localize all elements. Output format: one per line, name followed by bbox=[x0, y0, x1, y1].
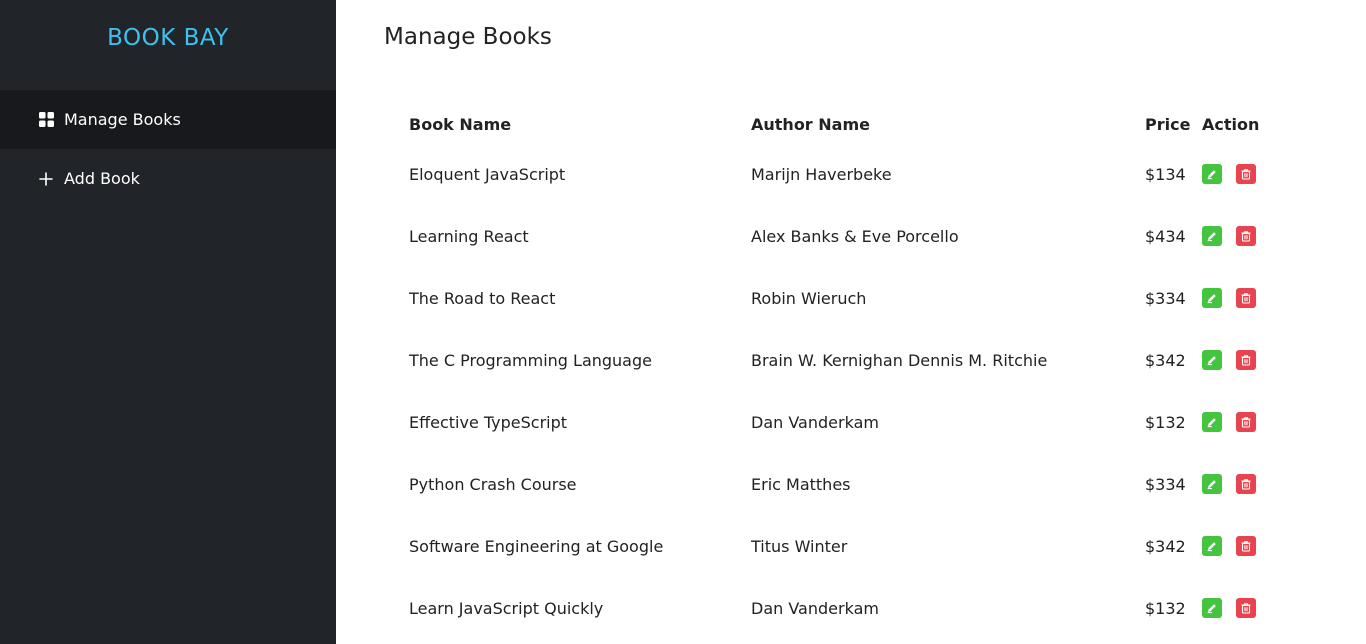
edit-button[interactable] bbox=[1202, 350, 1222, 370]
trash-icon bbox=[1241, 293, 1251, 304]
edit-button[interactable] bbox=[1202, 164, 1222, 184]
header-action: Action bbox=[1202, 114, 1260, 134]
author-name-cell: Dan Vanderkam bbox=[751, 412, 879, 432]
plus-icon bbox=[38, 171, 54, 187]
table-row: Learning React Alex Banks & Eve Porcello… bbox=[409, 205, 1309, 267]
action-cell bbox=[1202, 474, 1256, 494]
delete-button[interactable] bbox=[1236, 598, 1256, 618]
author-name-cell: Eric Matthes bbox=[751, 474, 851, 494]
delete-button[interactable] bbox=[1236, 350, 1256, 370]
brand-logo[interactable]: BOOK BAY bbox=[0, 0, 336, 75]
table-header: Book Name Author Name Price Action bbox=[409, 105, 1309, 143]
book-name-cell: Python Crash Course bbox=[409, 474, 577, 494]
sidebar-item-manage-books[interactable]: Manage Books bbox=[0, 90, 336, 149]
table-row: Software Engineering at Google Titus Win… bbox=[409, 515, 1309, 577]
trash-icon bbox=[1241, 231, 1251, 242]
header-author-name: Author Name bbox=[751, 114, 870, 134]
edit-button[interactable] bbox=[1202, 536, 1222, 556]
pencil-icon bbox=[1207, 480, 1216, 490]
action-cell bbox=[1202, 412, 1256, 432]
table-row: The Road to React Robin Wieruch $334 bbox=[409, 267, 1309, 329]
trash-icon bbox=[1241, 169, 1251, 180]
header-book-name: Book Name bbox=[409, 114, 512, 134]
edit-button[interactable] bbox=[1202, 412, 1222, 432]
action-cell bbox=[1202, 164, 1256, 184]
delete-button[interactable] bbox=[1236, 288, 1256, 308]
pencil-icon bbox=[1207, 232, 1216, 242]
author-name-cell: Brain W. Kernighan Dennis M. Ritchie bbox=[751, 350, 1048, 370]
edit-button[interactable] bbox=[1202, 226, 1222, 246]
author-name-cell: Titus Winter bbox=[751, 536, 848, 556]
author-name-cell: Marijn Haverbeke bbox=[751, 164, 892, 184]
table-body: Eloquent JavaScript Marijn Haverbeke $13… bbox=[409, 143, 1309, 639]
price-cell: $134 bbox=[1145, 164, 1186, 184]
delete-button[interactable] bbox=[1236, 536, 1256, 556]
action-cell bbox=[1202, 536, 1256, 556]
edit-button[interactable] bbox=[1202, 598, 1222, 618]
book-name-cell: The C Programming Language bbox=[409, 350, 652, 370]
page-title: Manage Books bbox=[384, 24, 552, 50]
pencil-icon bbox=[1207, 418, 1216, 428]
price-cell: $334 bbox=[1145, 288, 1186, 308]
price-cell: $342 bbox=[1145, 536, 1186, 556]
price-cell: $132 bbox=[1145, 412, 1186, 432]
price-cell: $434 bbox=[1145, 226, 1186, 246]
action-cell bbox=[1202, 288, 1256, 308]
edit-button[interactable] bbox=[1202, 474, 1222, 494]
book-name-cell: The Road to React bbox=[409, 288, 556, 308]
trash-icon bbox=[1241, 417, 1251, 428]
sidebar-item-label: Manage Books bbox=[64, 110, 181, 129]
grid-icon bbox=[38, 112, 54, 128]
price-cell: $334 bbox=[1145, 474, 1186, 494]
book-name-cell: Effective TypeScript bbox=[409, 412, 568, 432]
price-cell: $342 bbox=[1145, 350, 1186, 370]
pencil-icon bbox=[1207, 604, 1216, 614]
author-name-cell: Robin Wieruch bbox=[751, 288, 867, 308]
action-cell bbox=[1202, 226, 1256, 246]
sidebar-item-add-book[interactable]: Add Book bbox=[0, 149, 336, 208]
delete-button[interactable] bbox=[1236, 226, 1256, 246]
main-content: Manage Books Book Name Author Name Price… bbox=[336, 0, 1366, 644]
header-price: Price bbox=[1145, 114, 1191, 134]
pencil-icon bbox=[1207, 170, 1216, 180]
table-row: Learn JavaScript Quickly Dan Vanderkam $… bbox=[409, 577, 1309, 639]
price-cell: $132 bbox=[1145, 598, 1186, 618]
sidebar-item-label: Add Book bbox=[64, 169, 140, 188]
delete-button[interactable] bbox=[1236, 164, 1256, 184]
action-cell bbox=[1202, 350, 1256, 370]
action-cell bbox=[1202, 598, 1256, 618]
delete-button[interactable] bbox=[1236, 412, 1256, 432]
book-name-cell: Software Engineering at Google bbox=[409, 536, 664, 556]
trash-icon bbox=[1241, 479, 1251, 490]
book-name-cell: Eloquent JavaScript bbox=[409, 164, 566, 184]
table-row: Eloquent JavaScript Marijn Haverbeke $13… bbox=[409, 143, 1309, 205]
author-name-cell: Dan Vanderkam bbox=[751, 598, 879, 618]
pencil-icon bbox=[1207, 294, 1216, 304]
table-row: Python Crash Course Eric Matthes $334 bbox=[409, 453, 1309, 515]
table-row: Effective TypeScript Dan Vanderkam $132 bbox=[409, 391, 1309, 453]
book-name-cell: Learning React bbox=[409, 226, 529, 246]
pencil-icon bbox=[1207, 356, 1216, 366]
sidebar: BOOK BAY Manage Books Add Book bbox=[0, 0, 336, 644]
trash-icon bbox=[1241, 355, 1251, 366]
trash-icon bbox=[1241, 603, 1251, 614]
pencil-icon bbox=[1207, 542, 1216, 552]
book-name-cell: Learn JavaScript Quickly bbox=[409, 598, 604, 618]
edit-button[interactable] bbox=[1202, 288, 1222, 308]
author-name-cell: Alex Banks & Eve Porcello bbox=[751, 226, 959, 246]
delete-button[interactable] bbox=[1236, 474, 1256, 494]
table-row: The C Programming Language Brain W. Kern… bbox=[409, 329, 1309, 391]
trash-icon bbox=[1241, 541, 1251, 552]
books-table: Book Name Author Name Price Action Eloqu… bbox=[409, 105, 1309, 639]
